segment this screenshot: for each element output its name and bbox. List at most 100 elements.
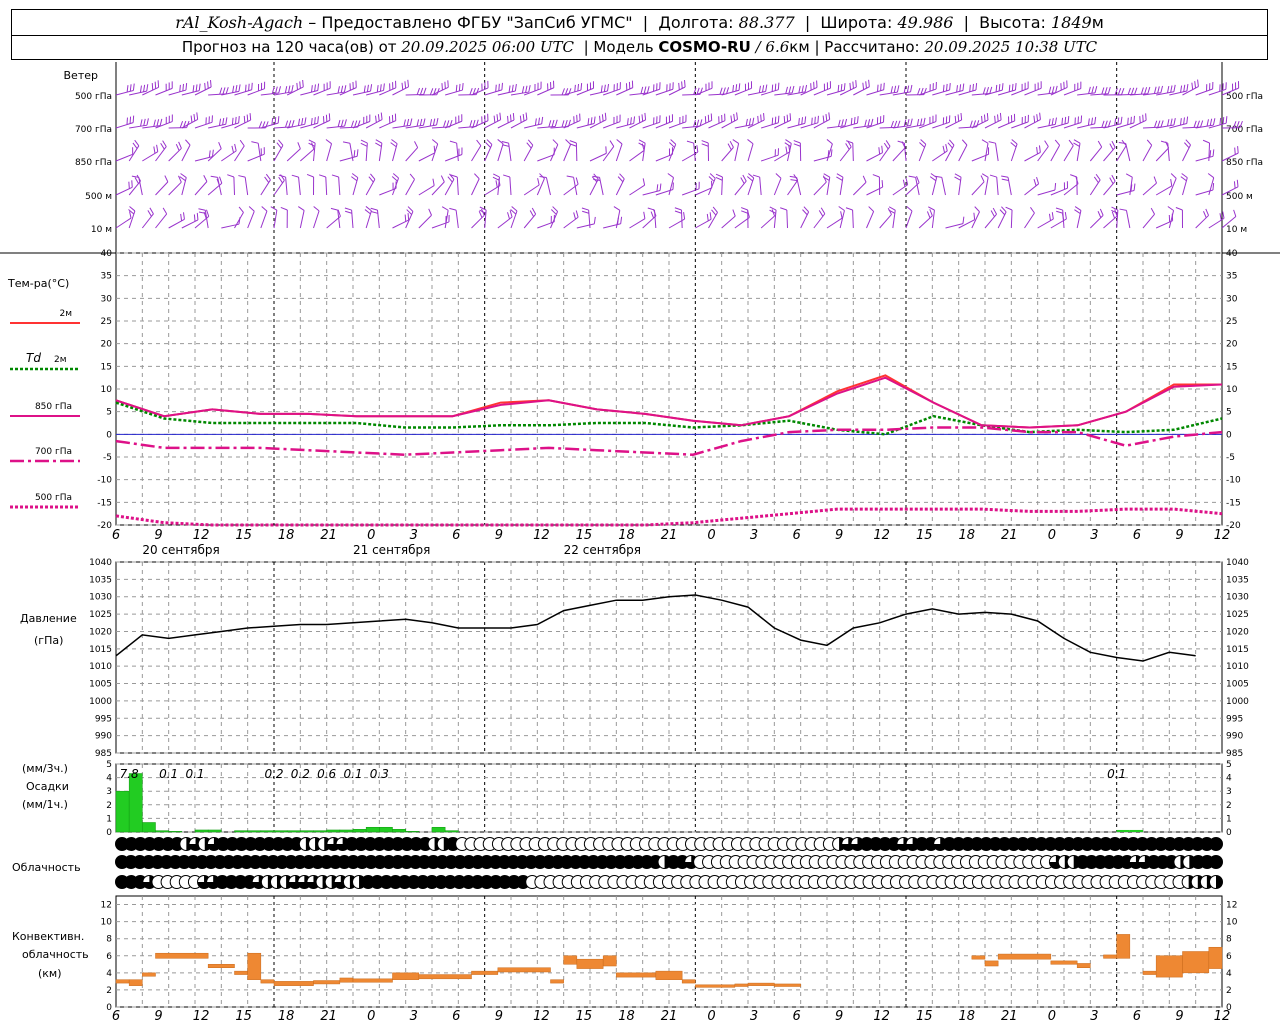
wind-barb-feather	[446, 120, 450, 128]
precip-y-tick-left: 4	[106, 774, 112, 784]
wind-barb-feather	[238, 175, 246, 178]
wind-barb-feather	[1068, 139, 1074, 146]
wind-barb	[445, 89, 463, 96]
x-tick-label-bottom: 15	[576, 1009, 593, 1024]
wind-barb-feather	[428, 208, 432, 216]
wind-barb	[1142, 182, 1157, 196]
wind-barb-feather	[960, 112, 963, 121]
wind-barb-feather	[989, 86, 993, 94]
wind-barb-feather	[980, 175, 985, 183]
wind-barb-feather	[153, 146, 156, 154]
wind-barb-feather	[1219, 213, 1222, 221]
wind-barb-feather	[837, 119, 841, 127]
convective-cloud-bar	[339, 977, 354, 983]
wind-barb-feather	[126, 85, 129, 93]
wind-barb-feather	[1233, 209, 1237, 217]
wind-barb-feather	[760, 114, 762, 122]
precip-bar	[207, 829, 222, 833]
wind-barb-feather	[826, 139, 833, 145]
x-tick-label: 15	[576, 528, 593, 543]
wind-barb	[721, 215, 736, 229]
wind-barb	[786, 209, 788, 229]
wind-barb	[668, 86, 686, 96]
wind-barb-feather	[416, 119, 420, 127]
cloud-half-fill	[1216, 875, 1223, 889]
wind-barb-feather	[337, 119, 341, 127]
wind-barb	[260, 179, 271, 196]
wind-barb-feather	[974, 206, 980, 213]
wind-barb	[1125, 210, 1131, 229]
wind-barb	[286, 148, 301, 162]
wind-barb-feather	[404, 214, 407, 222]
x-tick-label-bottom: 12	[533, 1009, 550, 1024]
pressure-y-tick-left: 1030	[89, 593, 112, 603]
wind-barb-feather	[715, 176, 723, 181]
wind-barb-feather	[232, 85, 235, 93]
wind-barb-feather	[436, 117, 439, 126]
wind-barb-feather	[363, 85, 366, 93]
wind-barb-feather	[818, 210, 824, 217]
cloud-overcast-dot	[1209, 855, 1223, 869]
precip-y-tick-right: 3	[1226, 787, 1232, 797]
pressure-y-tick-right: 1020	[1226, 627, 1249, 637]
wind-barb-feather	[748, 173, 755, 179]
precip-amount-label: 7.8	[120, 767, 139, 781]
wind-barb-feather	[732, 209, 736, 217]
wind-barb-feather	[604, 112, 607, 120]
wind-barb-feather	[343, 85, 347, 93]
cloud-cover-symbol	[1209, 875, 1223, 889]
wind-barb-feather	[696, 119, 700, 127]
wind-barb-feather	[906, 206, 913, 212]
wind-barb-feather	[1120, 116, 1123, 124]
wind-barb-feather	[1127, 117, 1129, 125]
wind-barb-feather	[981, 115, 983, 123]
wind-barb-feather	[814, 116, 816, 124]
wind-barb-feather	[313, 206, 320, 212]
wind-barb-feather	[775, 173, 782, 179]
convective-cloud-bar	[1050, 960, 1078, 965]
x-tick-label: 18	[618, 528, 635, 543]
wind-barb-feather	[317, 116, 319, 124]
convective-cloud-bar	[774, 983, 801, 987]
x-tick-label-bottom: 0	[1048, 1009, 1056, 1024]
x-tick-label-bottom: 0	[367, 1009, 375, 1024]
conv-y-tick-right: 2	[1226, 986, 1232, 996]
temp-y-tick-left: 30	[101, 294, 113, 304]
wind-barb-feather	[447, 176, 453, 183]
wind-barb-feather	[603, 84, 606, 92]
pressure-y-tick-right: 1040	[1226, 558, 1249, 568]
wind-barb-feather	[736, 112, 738, 120]
wind-barb	[1063, 145, 1074, 162]
wind-barb-feather	[949, 139, 955, 146]
x-tick-label-bottom: 3	[750, 1009, 758, 1024]
wind-barb-feather	[890, 86, 893, 94]
wind-barb-feather	[820, 207, 826, 215]
wind-barb	[879, 214, 892, 229]
wind-barb-feather	[492, 176, 500, 181]
temp-y-tick-left: -10	[97, 476, 112, 486]
conv-y-tick-right: 12	[1226, 901, 1237, 911]
wind-barb-feather	[765, 84, 768, 92]
wind-barb-feather	[897, 120, 901, 128]
wind-barb-feather	[496, 114, 499, 122]
wind-barb-feather	[528, 85, 531, 93]
wind-barb-feather	[219, 176, 223, 184]
wind-barb-feather	[409, 173, 415, 180]
pressure-y-tick-left: 985	[95, 749, 112, 759]
wind-barb-feather	[554, 119, 558, 127]
wind-barb	[221, 150, 237, 162]
x-tick-label: 21	[320, 528, 337, 543]
wind-barb-feather	[1001, 175, 1009, 178]
x-tick-label-bottom: 12	[1214, 1009, 1231, 1024]
pressure-y-tick-left: 1000	[89, 697, 112, 707]
wind-barb-feather	[178, 141, 182, 149]
wind-barb-feather	[1064, 116, 1067, 124]
wind-barb	[1037, 218, 1054, 229]
wind-barb-feather	[793, 143, 801, 147]
wind-barb	[1142, 213, 1155, 229]
wind-barb-feather	[962, 83, 965, 91]
wind-barb-feather	[975, 82, 978, 91]
wind-barb-feather	[175, 143, 180, 151]
wind-barb-feather	[134, 139, 140, 147]
wind-barb-feather	[503, 174, 510, 178]
